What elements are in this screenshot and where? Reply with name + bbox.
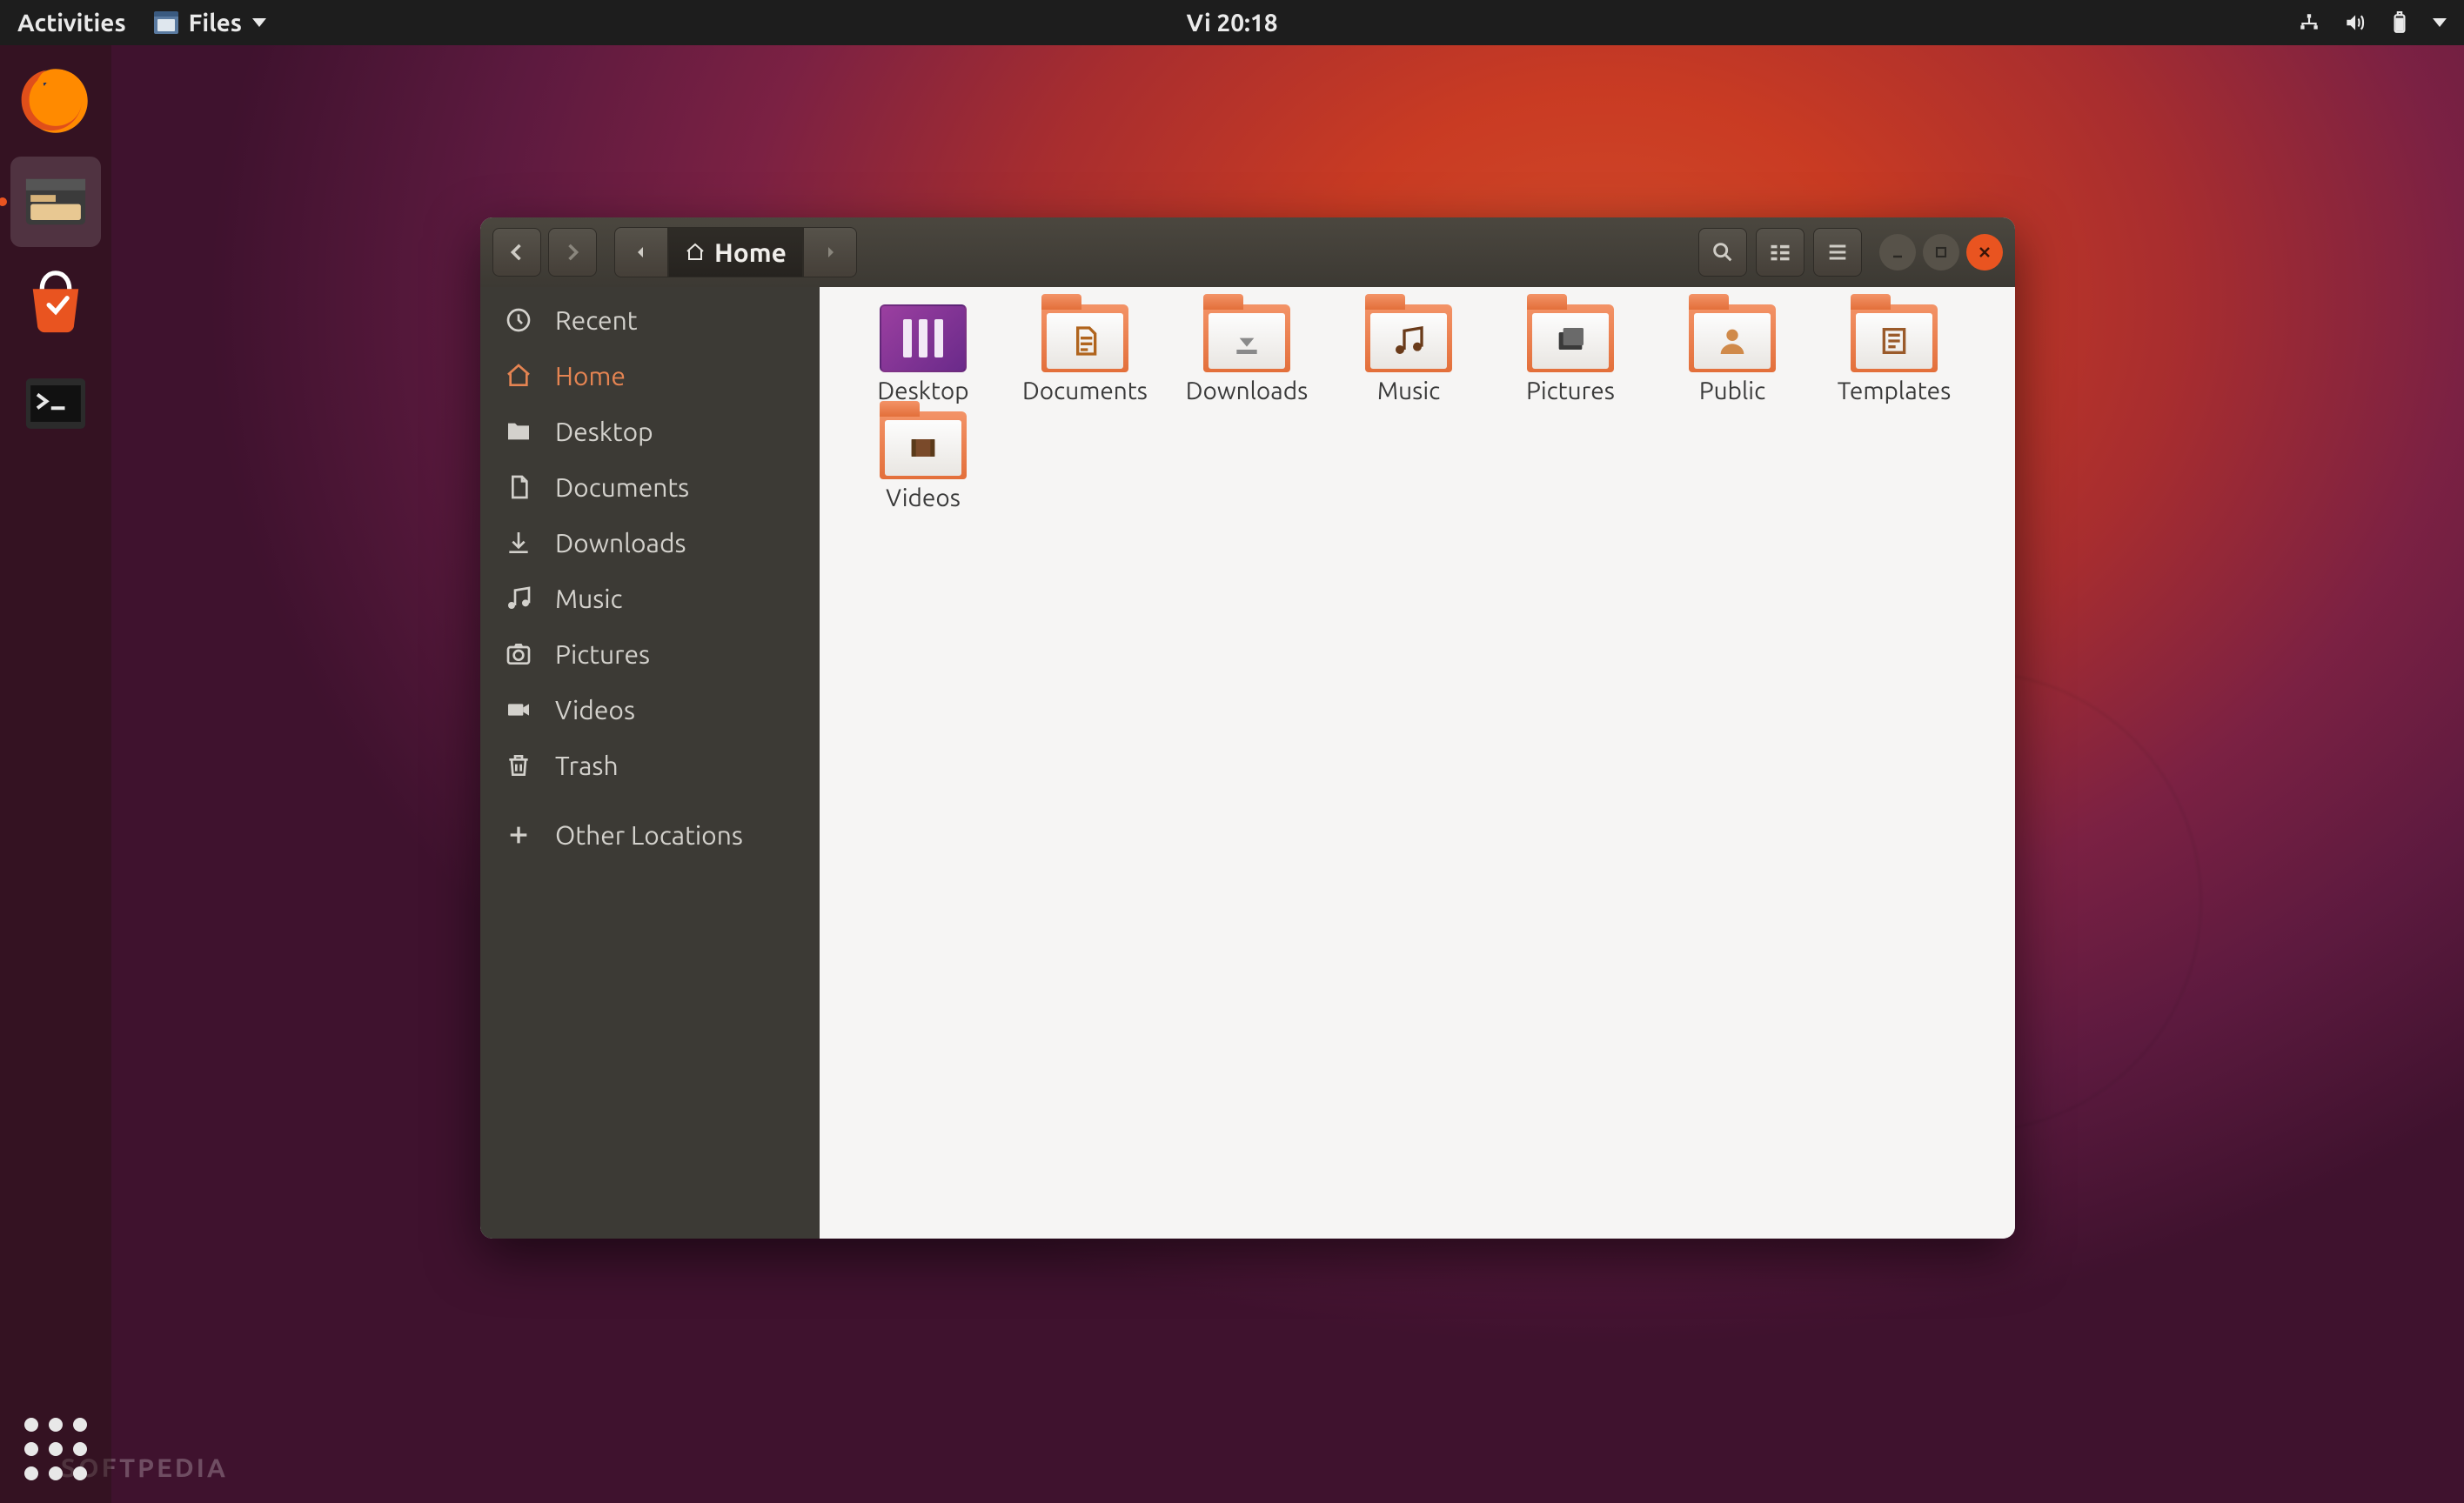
file-label: Pictures — [1526, 377, 1615, 404]
path-bar[interactable]: Home — [614, 227, 857, 277]
sidebar-item-label: Music — [555, 584, 622, 613]
file-pictures[interactable]: Pictures — [1490, 304, 1651, 404]
dock-files[interactable] — [10, 157, 101, 247]
apps-grid-icon — [24, 1418, 87, 1480]
sidebar-item-label: Pictures — [555, 639, 650, 669]
folder-icon — [1203, 304, 1290, 372]
minimize-button[interactable] — [1879, 234, 1916, 271]
clock[interactable]: Vi 20:18 — [1187, 10, 1278, 37]
desktop-folder-icon — [880, 304, 967, 372]
folder-icon — [1851, 304, 1938, 372]
folder-icon — [880, 411, 967, 479]
path-label: Home — [714, 237, 787, 267]
titlebar[interactable]: Home — [480, 217, 2015, 287]
file-videos[interactable]: Videos — [842, 411, 1004, 511]
sidebar-item-documents[interactable]: Documents — [480, 459, 820, 515]
app-menu-label: Files — [189, 10, 242, 37]
dock-terminal[interactable] — [10, 358, 101, 449]
sidebar-item-label: Downloads — [555, 528, 686, 558]
sidebar: Recent Home Desktop Documents Downloads … — [480, 287, 820, 1239]
file-templates[interactable]: Templates — [1813, 304, 1975, 404]
files-window: Home Recent Home Desk — [480, 217, 2015, 1239]
chevron-down-icon — [252, 18, 266, 27]
folder-icon — [1365, 304, 1452, 372]
nav-forward-button[interactable] — [548, 228, 597, 277]
sidebar-item-videos[interactable]: Videos — [480, 682, 820, 738]
file-grid[interactable]: Desktop Documents Downloads Music Pictur… — [820, 287, 2015, 1239]
status-area[interactable] — [2297, 10, 2464, 35]
sidebar-item-label: Trash — [555, 751, 619, 780]
sidebar-item-downloads[interactable]: Downloads — [480, 515, 820, 571]
path-home[interactable]: Home — [668, 227, 803, 277]
network-icon — [2297, 10, 2321, 35]
chevron-down-icon — [2433, 18, 2447, 27]
file-label: Documents — [1022, 377, 1148, 404]
sidebar-item-label: Videos — [555, 695, 635, 725]
folder-icon — [1041, 304, 1128, 372]
battery-icon — [2387, 10, 2412, 35]
file-label: Public — [1699, 377, 1765, 404]
activities-button[interactable]: Activities — [17, 10, 126, 37]
sidebar-item-other-locations[interactable]: Other Locations — [480, 807, 820, 863]
sidebar-item-label: Other Locations — [555, 820, 743, 850]
hamburger-menu-button[interactable] — [1813, 228, 1862, 277]
sidebar-item-music[interactable]: Music — [480, 571, 820, 626]
show-applications[interactable] — [0, 1418, 111, 1480]
file-desktop[interactable]: Desktop — [842, 304, 1004, 404]
folder-icon — [1689, 304, 1776, 372]
dock-software[interactable] — [10, 257, 101, 348]
file-documents[interactable]: Documents — [1004, 304, 1166, 404]
file-label: Downloads — [1186, 377, 1308, 404]
sidebar-item-label: Documents — [555, 472, 689, 502]
sidebar-item-desktop[interactable]: Desktop — [480, 404, 820, 459]
nav-back-button[interactable] — [492, 228, 541, 277]
path-prev[interactable] — [614, 227, 668, 277]
files-app-icon — [154, 11, 178, 34]
sidebar-item-recent[interactable]: Recent — [480, 292, 820, 348]
file-public[interactable]: Public — [1651, 304, 1813, 404]
dock — [0, 45, 111, 1503]
app-menu[interactable]: Files — [154, 10, 266, 37]
dock-firefox[interactable] — [10, 56, 101, 146]
path-next[interactable] — [803, 227, 857, 277]
file-label: Templates — [1838, 377, 1952, 404]
search-button[interactable] — [1698, 228, 1747, 277]
close-button[interactable] — [1966, 234, 2003, 271]
file-downloads[interactable]: Downloads — [1166, 304, 1328, 404]
sidebar-item-label: Home — [555, 361, 626, 391]
sidebar-item-label: Desktop — [555, 417, 653, 446]
sidebar-item-pictures[interactable]: Pictures — [480, 626, 820, 682]
file-label: Music — [1377, 377, 1440, 404]
maximize-button[interactable] — [1923, 234, 1959, 271]
folder-icon — [1527, 304, 1614, 372]
sidebar-item-label: Recent — [555, 305, 638, 335]
sidebar-item-home[interactable]: Home — [480, 348, 820, 404]
file-music[interactable]: Music — [1328, 304, 1490, 404]
file-label: Videos — [886, 484, 961, 511]
view-toggle-button[interactable] — [1756, 228, 1804, 277]
top-bar: Activities Files Vi 20:18 — [0, 0, 2464, 45]
sidebar-item-trash[interactable]: Trash — [480, 738, 820, 793]
volume-icon — [2342, 10, 2367, 35]
